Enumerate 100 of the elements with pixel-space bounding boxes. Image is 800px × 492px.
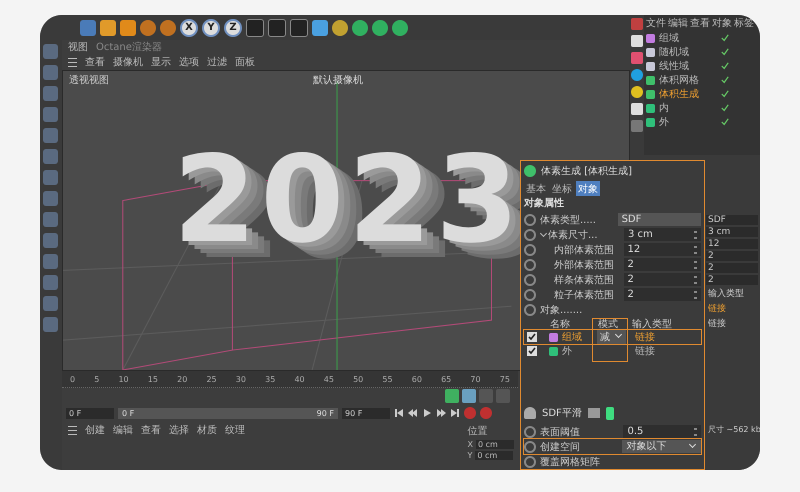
axis-toggle[interactable]: Z <box>224 18 242 36</box>
menu-item[interactable]: 编辑 <box>113 423 133 437</box>
animate-toggle[interactable] <box>524 288 536 300</box>
menu-item[interactable]: 材质 <box>197 423 217 437</box>
table-row[interactable]: 外 链接 <box>524 344 701 358</box>
tab[interactable]: 对象 <box>576 181 600 196</box>
value-field[interactable]: 2 <box>706 263 758 273</box>
frame-range-slider[interactable] <box>118 408 338 418</box>
animate-toggle[interactable] <box>524 244 536 256</box>
menu-item[interactable]: 查看 <box>141 423 161 437</box>
coordinate-field[interactable]: 0 cm <box>476 440 514 449</box>
object-name: 外 <box>562 345 572 358</box>
menu-item[interactable]: 选项 <box>179 55 199 69</box>
menu-item[interactable]: 查看 <box>690 16 710 30</box>
animate-toggle[interactable] <box>524 214 536 226</box>
property-label: 体素尺寸... <box>548 228 599 242</box>
frame-number: 55 <box>382 374 393 384</box>
input-type: 链接 <box>635 330 655 344</box>
next-icon[interactable] <box>436 408 446 418</box>
mode-dropdown[interactable]: 减 <box>597 330 626 344</box>
property-label: 对象....... <box>540 304 584 316</box>
record-icon[interactable] <box>480 407 492 419</box>
tool-icon[interactable] <box>631 86 643 98</box>
value-field[interactable]: SDF <box>706 215 758 225</box>
number-field[interactable]: 2 <box>624 273 701 286</box>
number-field[interactable]: 3 cm <box>624 228 701 241</box>
start-frame-field[interactable]: 0 F <box>66 408 114 418</box>
number-field[interactable]: 2 <box>624 288 701 301</box>
record-icon[interactable] <box>464 407 476 419</box>
object-name[interactable]: 体积网格 <box>659 73 717 87</box>
property-label: 外部体素范围 <box>553 258 615 272</box>
tab[interactable]: 坐标 <box>550 181 574 196</box>
object-name[interactable]: 外 <box>659 115 717 129</box>
animate-toggle[interactable] <box>524 258 536 270</box>
frame-number: 60 <box>412 374 422 384</box>
menu-item[interactable]: 摄像机 <box>113 55 143 69</box>
value-field[interactable]: 2 <box>706 251 758 261</box>
tool-icon[interactable] <box>631 69 643 81</box>
frame-number: 10 <box>118 374 129 384</box>
number-field[interactable]: 0.5 <box>623 425 701 438</box>
menu-item[interactable]: 面板 <box>235 55 255 69</box>
animate-toggle[interactable] <box>524 456 536 468</box>
table-row[interactable]: 组域 减 链接 <box>524 330 701 344</box>
menu-item[interactable]: 文件 <box>646 16 666 30</box>
camera-label: 默认摄像机 <box>313 74 363 87</box>
dropdown[interactable]: SDF <box>618 213 701 226</box>
previous-icon[interactable] <box>408 408 418 418</box>
animate-toggle[interactable] <box>524 274 536 286</box>
coordinate-field[interactable]: 0 cm <box>475 451 514 460</box>
checkbox[interactable] <box>527 346 537 356</box>
column-header: 模式 <box>598 318 619 330</box>
timeline-ruler[interactable]: 0 5 10 15 20 25 30 35 40 45 50 55 60 65 70 75 <box>62 371 518 388</box>
section-title: 对象属性 <box>524 196 565 211</box>
frame-number: 70 <box>470 374 481 384</box>
skip-start-icon[interactable] <box>394 408 404 418</box>
play-icon[interactable] <box>422 408 432 418</box>
end-frame-field[interactable]: 90 F <box>342 408 390 418</box>
dropdown[interactable]: 对象以下 <box>622 440 701 453</box>
frame-number: 65 <box>441 374 452 384</box>
property-label: 内部体素范围 <box>553 244 615 256</box>
menu-item[interactable]: 过滤 <box>207 55 227 69</box>
property-label: 体素类型..... <box>540 214 597 226</box>
animate-toggle[interactable] <box>524 426 536 438</box>
animate-toggle[interactable] <box>524 304 536 316</box>
range-end: 90 F <box>316 408 334 418</box>
object-name[interactable]: 随机域 <box>659 45 717 59</box>
number-field[interactable]: 12 <box>624 243 701 256</box>
frame-number: 15 <box>148 374 158 384</box>
axis-toggle[interactable]: X <box>180 18 198 36</box>
menu-item[interactable]: 纹理 <box>225 423 245 437</box>
view-name: 透视视图 <box>69 74 109 87</box>
value-field[interactable]: 12 <box>706 239 758 249</box>
menu-item[interactable]: 编辑 <box>668 16 688 30</box>
menu-item[interactable]: 选择 <box>169 423 189 437</box>
object-name[interactable]: 内 <box>659 101 717 115</box>
object-name[interactable]: 线性域 <box>659 59 717 73</box>
animate-toggle[interactable] <box>524 228 536 240</box>
tool-icon[interactable] <box>160 20 176 36</box>
menu-item[interactable]: 标签 <box>734 16 754 30</box>
checkbox[interactable] <box>527 332 537 342</box>
menu-item[interactable]: 创建 <box>85 423 105 437</box>
animate-toggle[interactable] <box>524 440 536 452</box>
value-field[interactable]: 3 cm <box>706 227 758 237</box>
value-field[interactable]: 2 <box>706 275 758 285</box>
menu-item[interactable]: 显示 <box>151 55 171 69</box>
axis-toggle[interactable]: Y <box>202 18 220 36</box>
object-name[interactable]: 组域 <box>659 31 717 45</box>
frame-number: 0 <box>70 374 76 384</box>
layer-toggle[interactable] <box>606 406 614 420</box>
number-field[interactable]: 2 <box>624 258 701 271</box>
frame-number: 25 <box>206 374 217 384</box>
layer-label: SDF平滑 <box>542 407 582 420</box>
input-type: 链接 <box>707 318 727 330</box>
menu-item[interactable]: 对象 <box>712 16 732 30</box>
menu-item[interactable]: 查看 <box>85 55 105 69</box>
object-name[interactable]: 体积生成 <box>659 87 717 101</box>
skip-end-icon[interactable] <box>450 408 460 418</box>
tab[interactable]: 基本 <box>524 181 548 196</box>
object-name: 组域 <box>562 330 582 344</box>
property-label: 粒子体素范围 <box>553 288 615 302</box>
